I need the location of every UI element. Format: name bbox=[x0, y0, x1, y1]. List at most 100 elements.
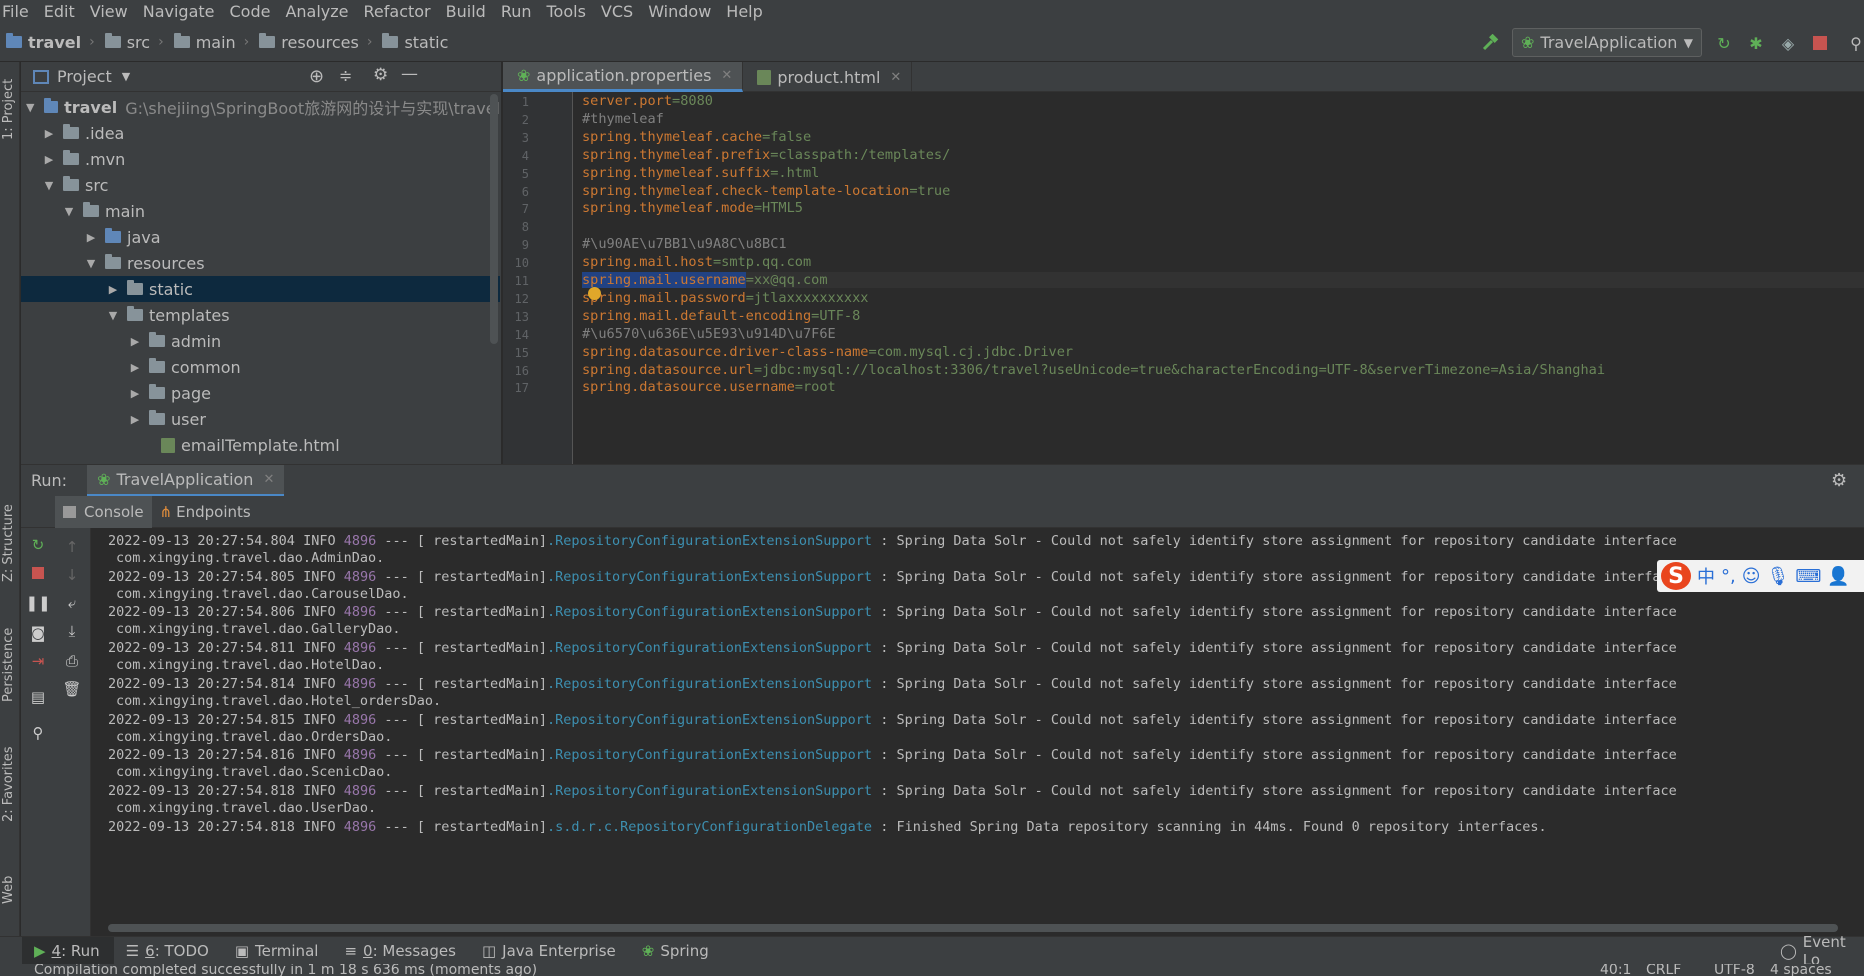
menu-code[interactable]: Code bbox=[223, 2, 279, 21]
close-icon[interactable]: ✕ bbox=[721, 68, 732, 83]
code-line[interactable]: spring.thymeleaf.prefix=classpath:/templ… bbox=[582, 147, 950, 163]
favorites-tool-button[interactable]: 2: Favorites bbox=[1, 746, 16, 822]
build-hammer-icon[interactable] bbox=[1480, 33, 1500, 53]
intention-bulb-icon[interactable] bbox=[588, 287, 601, 300]
console-horizontal-scrollbar[interactable] bbox=[108, 924, 1838, 932]
menu-refactor[interactable]: Refactor bbox=[357, 2, 439, 21]
debug-bug-icon[interactable]: ✱ bbox=[1746, 33, 1766, 53]
tree-item-idea[interactable]: ▶ .idea bbox=[21, 120, 500, 146]
code-line[interactable]: server.port=8080 bbox=[582, 93, 713, 109]
tool-tab-terminal[interactable]: ▣ Terminal bbox=[223, 937, 333, 965]
code-line[interactable]: spring.mail.username=xx@qq.com bbox=[582, 272, 1864, 288]
code-line[interactable]: spring.thymeleaf.cache=false bbox=[582, 129, 811, 145]
breadcrumb-src[interactable]: src › bbox=[99, 33, 168, 52]
tree-item-admin[interactable]: ▶ admin bbox=[21, 328, 500, 354]
user-icon[interactable]: 👤 bbox=[1827, 566, 1849, 587]
rerun-icon[interactable]: ↻ bbox=[1714, 33, 1734, 53]
down-arrow-icon[interactable]: ↓ bbox=[63, 566, 81, 584]
up-arrow-icon[interactable]: ↑ bbox=[63, 538, 81, 556]
tree-item-travel[interactable]: ▼ travel G:\shejiing\SpringBoot旅游网的设计与实现\t… bbox=[21, 94, 500, 120]
code-line[interactable]: spring.mail.default-encoding=UTF-8 bbox=[582, 308, 860, 324]
print-icon[interactable]: ⎙ bbox=[63, 652, 81, 670]
chevron-down-icon[interactable]: ▼ bbox=[122, 70, 130, 83]
tool-tab-event-log[interactable]: ◯ Event Lo bbox=[1780, 933, 1864, 969]
camera-dump-icon[interactable]: ◙ bbox=[29, 624, 47, 642]
code-line[interactable]: spring.thymeleaf.suffix=.html bbox=[582, 165, 819, 181]
code-line[interactable]: spring.datasource.url=jdbc:mysql://local… bbox=[582, 362, 1605, 378]
file-encoding[interactable]: UTF-8 bbox=[1714, 964, 1755, 976]
tree-item-mvn[interactable]: ▶ .mvn bbox=[21, 146, 500, 172]
exit-icon[interactable]: ⇥ bbox=[29, 652, 47, 670]
tree-item-page[interactable]: ▶ page bbox=[21, 380, 500, 406]
tree-item-email-template[interactable]: emailTemplate.html bbox=[21, 432, 500, 458]
soft-wrap-icon[interactable]: ⤶ bbox=[63, 594, 81, 612]
tab-endpoints[interactable]: ⋔ Endpoints bbox=[152, 496, 259, 528]
scroll-to-end-icon[interactable]: ⤓ bbox=[63, 622, 81, 640]
indent-setting[interactable]: 4 spaces bbox=[1770, 964, 1832, 976]
caret-position[interactable]: 40:1 bbox=[1600, 964, 1631, 976]
search-icon[interactable]: ⚲ bbox=[1846, 33, 1864, 53]
menu-tools[interactable]: Tools bbox=[540, 2, 594, 21]
microphone-icon[interactable]: 🎙 bbox=[1767, 566, 1790, 587]
tree-item-java[interactable]: ▶ java bbox=[21, 224, 500, 250]
tab-console[interactable]: Console bbox=[55, 495, 152, 528]
code-line[interactable]: spring.thymeleaf.check-template-location… bbox=[582, 183, 950, 199]
tree-item-templates[interactable]: ▼ templates bbox=[21, 302, 500, 328]
breadcrumb-resources[interactable]: resources › bbox=[253, 33, 376, 52]
menu-run[interactable]: Run bbox=[494, 2, 540, 21]
project-tool-button[interactable]: 1: Project bbox=[1, 79, 16, 140]
menu-window[interactable]: Window bbox=[641, 2, 719, 21]
line-separator[interactable]: CRLF bbox=[1646, 964, 1681, 976]
coverage-shield-icon[interactable]: ◈ bbox=[1778, 33, 1798, 53]
code-line[interactable]: spring.thymeleaf.mode=HTML5 bbox=[582, 200, 803, 216]
tool-tab-spring[interactable]: ❀ Spring bbox=[630, 937, 723, 965]
tree-item-common[interactable]: ▶ common bbox=[21, 354, 500, 380]
pause-icon[interactable]: ❚❚ bbox=[25, 594, 50, 612]
menu-edit[interactable]: Edit bbox=[37, 2, 83, 21]
close-icon[interactable]: ✕ bbox=[263, 472, 274, 487]
tree-item-user[interactable]: ▶ user bbox=[21, 406, 500, 432]
minimize-icon[interactable]: — bbox=[401, 64, 418, 84]
web-tool-button[interactable]: Web bbox=[1, 876, 16, 904]
code-line[interactable]: spring.datasource.username=root bbox=[582, 379, 836, 395]
project-panel-title[interactable]: Project bbox=[57, 67, 112, 86]
code-line[interactable]: spring.datasource.driver-class-name=com.… bbox=[582, 344, 1073, 360]
breadcrumb-main[interactable]: main › bbox=[168, 33, 254, 52]
menu-vcs[interactable]: VCS bbox=[594, 2, 641, 21]
locate-target-icon[interactable]: ⊕ bbox=[309, 66, 324, 87]
tree-item-static[interactable]: ▶ static bbox=[21, 276, 500, 302]
collapse-all-icon[interactable]: ≑ bbox=[339, 66, 352, 85]
status-message[interactable]: Compilation completed successfully in 1 … bbox=[34, 964, 537, 976]
emoji-icon[interactable]: ☺ bbox=[1742, 566, 1761, 587]
keyboard-icon[interactable]: ⌨ bbox=[1795, 566, 1821, 587]
close-icon[interactable]: ✕ bbox=[890, 70, 901, 85]
console-output[interactable]: 2022-09-13 20:27:54.804 INFO 4896 --- [ … bbox=[92, 528, 1864, 928]
trash-icon[interactable]: 🗑 bbox=[62, 680, 81, 698]
code-line[interactable]: #thymeleaf bbox=[582, 111, 664, 127]
project-scrollbar[interactable] bbox=[490, 94, 498, 344]
persistence-tool-button[interactable]: Persistence bbox=[1, 628, 16, 702]
structure-tool-button[interactable]: Z: Structure bbox=[1, 504, 16, 582]
menu-build[interactable]: Build bbox=[439, 2, 494, 21]
menu-file[interactable]: File bbox=[0, 2, 37, 21]
run-tab-travel-application[interactable]: ❀ TravelApplication ✕ bbox=[87, 464, 285, 497]
ime-punctuation-toggle[interactable]: °, bbox=[1721, 566, 1736, 587]
tool-tab-todo[interactable]: ☰ 6: TODO bbox=[114, 937, 223, 965]
tab-application-properties[interactable]: ❀ application.properties ✕ bbox=[503, 62, 744, 92]
code-line[interactable]: #\u90AE\u7BB1\u9A8C\u8BC1 bbox=[582, 236, 787, 252]
code-line[interactable]: spring.mail.password=jtlaxxxxxxxxxx bbox=[582, 290, 868, 306]
tree-item-main[interactable]: ▼ main bbox=[21, 198, 500, 224]
code-line[interactable]: #\u6570\u636E\u5E93\u914D\u7F6E bbox=[582, 326, 836, 342]
ime-toolbar[interactable]: S 中 °, ☺ 🎙 ⌨ 👤 bbox=[1657, 560, 1864, 592]
stop-icon[interactable] bbox=[1810, 33, 1830, 53]
tool-tab-java-enterprise[interactable]: ◫ Java Enterprise bbox=[470, 937, 630, 965]
run-configuration-select[interactable]: ❀ TravelApplication ▼ bbox=[1512, 28, 1702, 57]
stop-icon[interactable] bbox=[29, 564, 47, 582]
menu-analyze[interactable]: Analyze bbox=[278, 2, 356, 21]
tree-item-src[interactable]: ▼ src bbox=[21, 172, 500, 198]
layout-icon[interactable]: ▤ bbox=[29, 688, 47, 706]
tool-tab-run[interactable]: ▶ 4: Run bbox=[22, 936, 114, 965]
rerun-icon[interactable]: ↻ bbox=[29, 536, 47, 554]
tab-product-html[interactable]: product.html ✕ bbox=[743, 62, 913, 92]
ime-language-toggle[interactable]: 中 bbox=[1697, 563, 1715, 589]
